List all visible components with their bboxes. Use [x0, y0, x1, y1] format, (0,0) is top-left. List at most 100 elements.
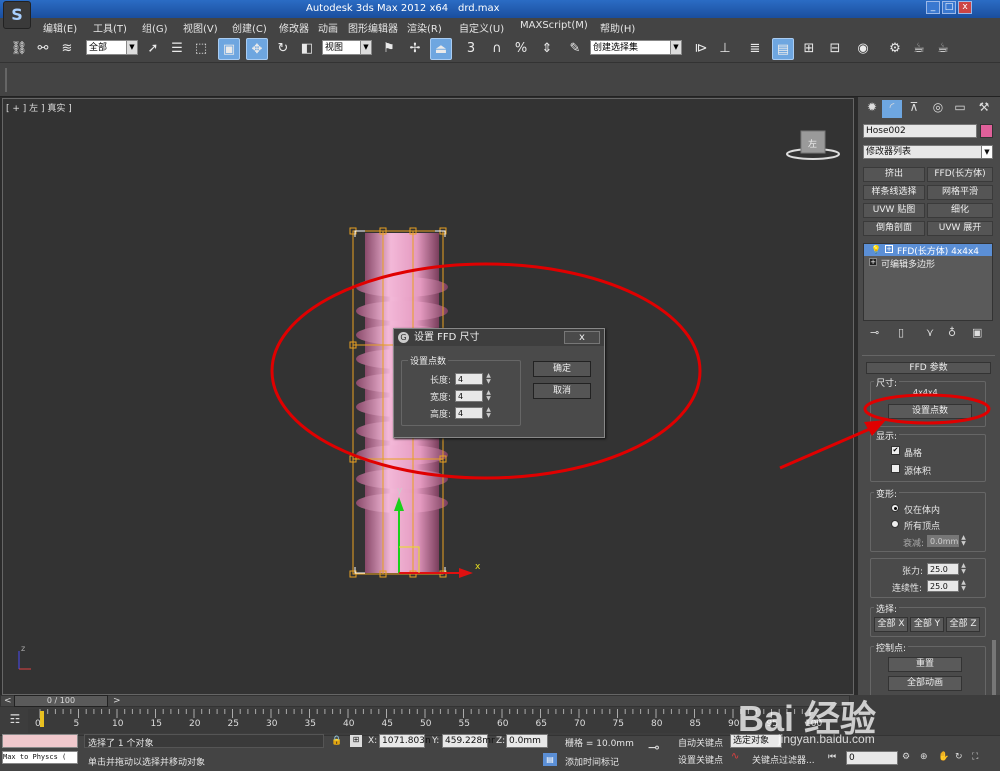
configure-sets-icon[interactable]: ▣ — [972, 326, 982, 339]
width-input[interactable]: 4 — [455, 390, 483, 402]
stack-item-editable-poly[interactable]: 可编辑多边形 — [881, 257, 935, 270]
continuity-input[interactable]: 25.0 — [927, 580, 959, 592]
orbit-icon[interactable]: ↻ — [955, 752, 963, 762]
expand-icon[interactable]: + — [885, 245, 893, 253]
height-spinner[interactable]: ▲ ▼ — [485, 407, 492, 419]
modify-tab-icon[interactable]: ◜ — [882, 100, 902, 118]
minimize-button[interactable]: _ — [926, 1, 940, 14]
viewport-label[interactable]: [ + ] 左 ] 真实 ] — [6, 101, 72, 114]
maxscript-mini-listener[interactable]: Max to Physcs ( — [2, 751, 78, 764]
menu-tools[interactable]: 工具(T) — [93, 20, 127, 35]
snaps-toggle-icon[interactable]: 3 — [460, 38, 482, 60]
curve-editor-icon[interactable]: ⊞ — [798, 38, 820, 60]
falloff-input[interactable]: 0.0mm — [927, 535, 959, 547]
select-move-icon[interactable]: ✥ — [246, 38, 268, 60]
add-time-tag[interactable]: 添加时间标记 — [565, 755, 619, 768]
lightbulb-icon[interactable]: 💡 — [871, 245, 881, 254]
current-frame-field[interactable]: 0 — [846, 751, 898, 765]
width-spinner[interactable]: ▲ ▼ — [485, 390, 492, 402]
menu-view[interactable]: 视图(V) — [183, 20, 218, 35]
keyboard-shortcut-icon[interactable]: ⏏ — [430, 38, 452, 60]
selection-filter-dropdown[interactable]: 全部 ▼ — [86, 40, 138, 55]
render-icon[interactable]: ☕ — [932, 38, 954, 60]
ffd-params-title[interactable]: FFD 参数 — [866, 362, 991, 374]
all-vertices-radio[interactable] — [891, 520, 899, 528]
mod-extrude-button[interactable]: 挤出 — [863, 167, 925, 182]
menu-animation[interactable]: 动画 — [318, 20, 338, 35]
tension-spinner[interactable]: ▲ ▼ — [960, 563, 967, 575]
go-to-start-icon[interactable]: ⏮ — [828, 752, 836, 762]
all-y-button[interactable]: 全部 Y — [910, 617, 944, 632]
maximize-viewport-icon[interactable]: ⛶ — [972, 752, 978, 762]
height-input[interactable]: 4 — [455, 407, 483, 419]
length-input[interactable]: 4 — [455, 373, 483, 385]
add-time-tag-icon[interactable]: ▤ — [543, 753, 557, 766]
menu-create[interactable]: 创建(C) — [232, 20, 267, 35]
expand-icon[interactable]: + — [869, 258, 877, 266]
mod-spline-select-button[interactable]: 样条线选择 — [863, 185, 925, 200]
mod-unwrap-uvw-button[interactable]: UVW 展开 — [927, 221, 993, 236]
menu-rendering[interactable]: 渲染(R) — [407, 20, 442, 35]
object-color-swatch[interactable] — [980, 124, 993, 138]
time-next-icon[interactable]: > — [113, 696, 121, 706]
align-icon[interactable]: ⊥ — [714, 38, 736, 60]
mini-curve-editor-icon[interactable]: ☶ — [4, 712, 26, 728]
maxscript-mini-listener-top[interactable] — [2, 734, 78, 748]
restore-button[interactable]: □ — [942, 1, 956, 14]
edit-named-selection-icon[interactable]: ✎ — [564, 38, 586, 60]
dialog-close-button[interactable]: x — [564, 331, 600, 344]
length-spinner[interactable]: ▲ ▼ — [485, 373, 492, 385]
set-key-button[interactable]: 设置关键点 — [678, 753, 723, 766]
menu-edit[interactable]: 编辑(E) — [43, 20, 77, 35]
falloff-spinner[interactable]: ▲ ▼ — [960, 535, 967, 547]
modifier-list-dropdown[interactable]: 修改器列表 ▼ — [863, 145, 993, 159]
mod-meshsmooth-button[interactable]: 网格平滑 — [927, 185, 993, 200]
rendered-frame-icon[interactable]: ☕ — [908, 38, 930, 60]
show-end-result-icon[interactable]: ▯ — [898, 326, 904, 339]
menu-graph-editors[interactable]: 图形编辑器 — [348, 20, 398, 35]
time-config-icon[interactable]: ⚙ — [902, 752, 910, 762]
time-prev-icon[interactable]: < — [4, 696, 12, 706]
mod-tessellate-button[interactable]: 细化 — [927, 203, 993, 218]
named-selection-dropdown[interactable]: 创建选择集 ▼ — [590, 40, 682, 55]
x-coordinate-field[interactable]: 1071.803n — [379, 734, 431, 748]
rect-selection-icon[interactable]: ⬚ — [190, 38, 212, 60]
all-z-button[interactable]: 全部 Z — [946, 617, 980, 632]
animate-all-button[interactable]: 全部动画 — [888, 676, 962, 691]
menu-maxscript[interactable]: MAXScript(M) — [520, 20, 588, 31]
menu-modifiers[interactable]: 修改器 — [279, 20, 309, 35]
selection-lock-icon[interactable]: 🔒 — [331, 736, 342, 746]
continuity-spinner[interactable]: ▲ ▼ — [960, 580, 967, 592]
display-tab-icon[interactable]: ▭ — [950, 100, 970, 118]
remove-modifier-icon[interactable]: ♁ — [948, 326, 956, 339]
unlink-icon[interactable]: ⚯ — [32, 38, 54, 60]
select-rotate-icon[interactable]: ↻ — [272, 38, 294, 60]
bind-spacewarp-icon[interactable]: ≋ — [56, 38, 78, 60]
window-crossing-icon[interactable]: ▣ — [218, 38, 240, 60]
select-by-name-icon[interactable]: ☰ — [166, 38, 188, 60]
tension-input[interactable]: 25.0 — [927, 563, 959, 575]
cancel-button[interactable]: 取消 — [533, 383, 591, 399]
select-scale-icon[interactable]: ◧ — [296, 38, 318, 60]
utilities-tab-icon[interactable]: ⚒ — [974, 100, 994, 118]
pivot-center-icon[interactable]: ⚑ — [378, 38, 400, 60]
spinner-snap-icon[interactable]: ⇕ — [536, 38, 558, 60]
z-coordinate-field[interactable]: 0.0mm — [506, 734, 548, 748]
menu-group[interactable]: 组(G) — [142, 20, 168, 35]
hierarchy-tab-icon[interactable]: ⊼ — [904, 100, 924, 118]
ok-button[interactable]: 确定 — [533, 361, 591, 377]
set-key-icon[interactable]: ⊸ — [648, 740, 660, 756]
stack-item-ffd[interactable]: FFD(长方体) 4x4x4 — [897, 244, 979, 257]
percent-snap-icon[interactable]: % — [510, 38, 532, 60]
zoom-icon[interactable]: ⊕ — [920, 752, 928, 762]
absolute-mode-icon[interactable]: ⊞ — [350, 735, 362, 747]
mod-ffd-box-button[interactable]: FFD(长方体) — [927, 167, 993, 182]
key-filters-button[interactable]: 关键点过滤器... — [752, 753, 815, 766]
y-coordinate-field[interactable]: 459.228mr — [442, 734, 495, 748]
pan-icon[interactable]: ✋ — [938, 752, 949, 762]
motion-tab-icon[interactable]: ◎ — [928, 100, 948, 118]
reference-coord-dropdown[interactable]: 视图 ▼ — [322, 40, 372, 55]
menu-customize[interactable]: 自定义(U) — [459, 20, 504, 35]
close-button[interactable]: x — [958, 1, 972, 14]
mod-bevel-profile-button[interactable]: 倒角剖面 — [863, 221, 925, 236]
